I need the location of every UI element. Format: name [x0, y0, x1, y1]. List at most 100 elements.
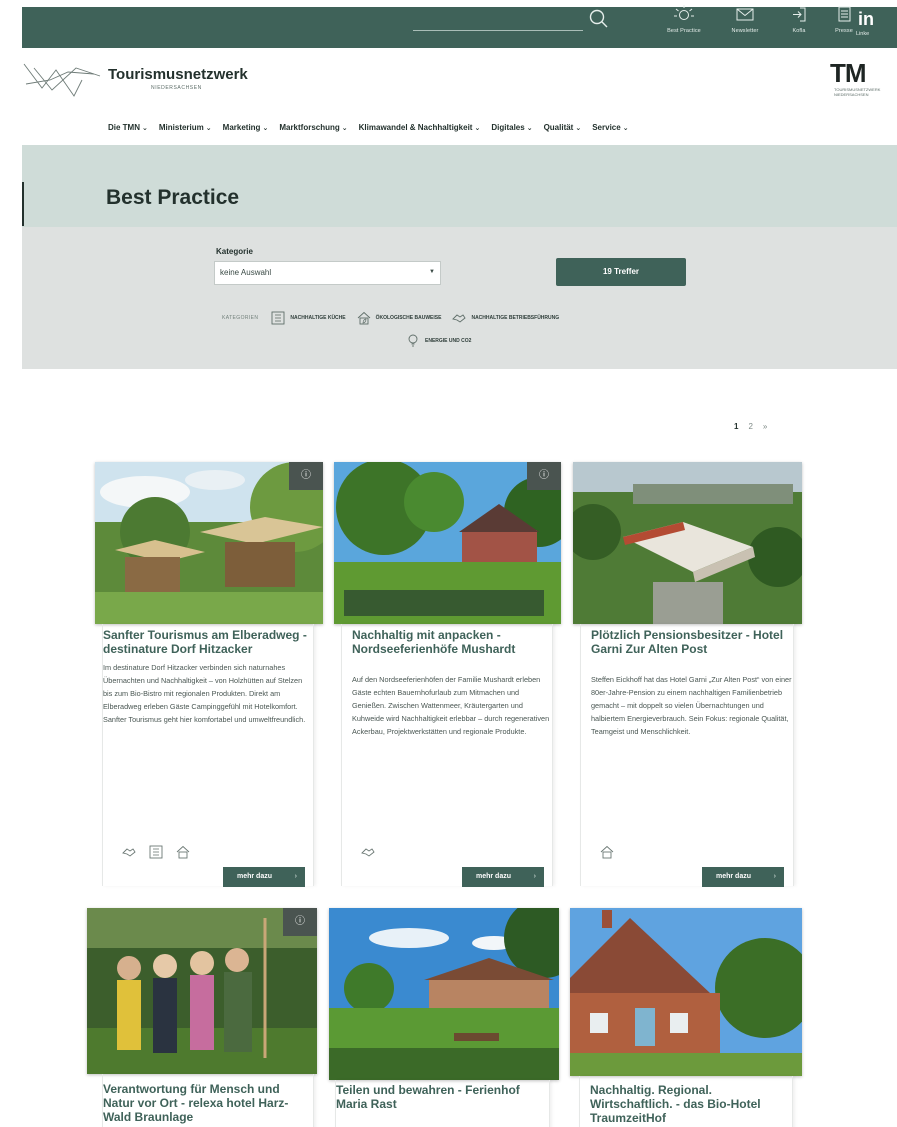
next-page-link[interactable]: »	[763, 422, 767, 431]
search-icon[interactable]	[588, 8, 610, 30]
card-mushardt: Nachhaltig mit anpacken - Nordseeferienh…	[341, 624, 553, 887]
nav-label: Klimawandel & Nachhaltigkeit	[358, 123, 473, 132]
nav-item-digitales[interactable]: Digitales ⌄	[491, 123, 532, 132]
card-title[interactable]: Nachhaltig mit anpacken - Nordseeferienh…	[352, 628, 552, 656]
page-1-link[interactable]: 1	[734, 422, 738, 431]
handshake-icon	[361, 848, 375, 857]
category-filter-label: Kategorie	[216, 247, 253, 256]
chevron-right-icon: ›	[533, 873, 536, 880]
card-image-relexa[interactable]: ⓘ	[87, 908, 317, 1074]
nav-label: Ministerium	[158, 123, 204, 132]
chevron-down-icon: ⌄	[262, 125, 269, 132]
card-title[interactable]: Plötzlich Pensionsbesitzer - Hotel Garni…	[591, 628, 793, 656]
category-select[interactable]: keine Auswahl ▼	[214, 261, 441, 285]
category-select-value: keine Auswahl	[220, 268, 272, 277]
page-2-link[interactable]: 2	[748, 422, 752, 431]
card-category-icons	[599, 844, 615, 860]
card-alte-post: Plötzlich Pensionsbesitzer - Hotel Garni…	[580, 624, 794, 887]
category-energie-co2[interactable]: ENERGIE UND CO2	[405, 333, 471, 349]
nav-label: Digitales	[491, 123, 525, 132]
nav-label: Marketing	[222, 123, 261, 132]
chevron-down-icon: ▼	[429, 269, 435, 275]
menu-card-icon	[271, 311, 285, 325]
nav-item-service[interactable]: Service ⌄	[592, 123, 628, 132]
hotel-aerial-photo	[573, 462, 802, 624]
topbar-item-label: Newsletter	[731, 28, 759, 34]
brand-name[interactable]: Tourismusnetzwerk	[108, 66, 248, 83]
search-input-line[interactable]	[413, 30, 583, 31]
card-relexa: Verantwortung für Mensch und Natur vor O…	[102, 1074, 314, 1127]
chevron-down-icon: ⌄	[474, 125, 481, 132]
card-title[interactable]: Nachhaltig. Regional. Wirtschaftlich. - …	[590, 1083, 792, 1125]
category-legend-row-2: ENERGIE UND CO2	[405, 333, 481, 349]
card-maria-rast: Teilen und bewahren - Ferienhof Maria Ra…	[335, 1080, 550, 1127]
results-button[interactable]: 19 Treffer	[556, 258, 686, 286]
chevron-right-icon: ›	[773, 873, 776, 880]
more-button[interactable]: mehr dazu ›	[702, 867, 784, 887]
pagination: 1 2 »	[734, 422, 767, 431]
envelope-icon	[736, 8, 754, 21]
handshake-icon	[452, 314, 467, 323]
chevron-down-icon: ⌄	[341, 125, 348, 132]
topbar-newsletter[interactable]: Newsletter	[719, 3, 771, 39]
card-category-icons	[360, 844, 376, 860]
card-title[interactable]: Sanfter Tourismus am Elberadweg - destin…	[103, 628, 313, 656]
more-button-label: mehr dazu	[476, 873, 512, 880]
linkedin-label[interactable]: Linke	[856, 31, 869, 37]
logo-mark-icon[interactable]	[22, 60, 102, 98]
card-hitzacker: Sanfter Tourismus am Elberadweg - destin…	[102, 624, 314, 887]
handshake-icon	[122, 848, 136, 857]
page-title: Best Practice	[106, 186, 240, 209]
farm-garden-photo	[329, 908, 559, 1080]
nav-item-ministerium[interactable]: Ministerium ⌄	[159, 123, 212, 132]
nav-item-marktforschung[interactable]: Marktforschung ⌄	[279, 123, 347, 132]
chevron-down-icon: ⌄	[622, 125, 629, 132]
nav-label: Die TMN	[108, 123, 140, 132]
chevron-down-icon: ⌄	[142, 125, 148, 132]
nav-label: Marktforschung	[279, 123, 340, 132]
topbar-best-practice[interactable]: Best Practice	[658, 3, 710, 39]
login-icon	[793, 7, 806, 22]
more-button[interactable]: mehr dazu ›	[462, 867, 544, 887]
category-label: NACHHALTIGE BETRIEBSFÜHRUNG	[471, 315, 560, 321]
linkedin-icon[interactable]: in	[858, 9, 874, 30]
card-traumzeithof: Nachhaltig. Regional. Wirtschaftlich. - …	[579, 1076, 793, 1127]
main-nav: Die TMN ⌄ Ministerium ⌄ Marketing ⌄ Marktfo…	[108, 123, 629, 132]
card-title[interactable]: Teilen und bewahren - Ferienhof Maria Ra…	[336, 1083, 549, 1111]
nav-item-qualitaet[interactable]: Qualität ⌄	[544, 123, 582, 132]
nav-item-klimawandel[interactable]: Klimawandel & Nachhaltigkeit ⌄	[359, 123, 481, 132]
card-category-icons	[121, 844, 191, 860]
info-icon[interactable]: ⓘ	[289, 462, 323, 490]
chevron-down-icon: ⌄	[575, 125, 582, 132]
chevron-right-icon: ›	[294, 873, 297, 880]
eco-house-icon	[600, 845, 614, 859]
info-icon[interactable]: ⓘ	[527, 462, 561, 490]
category-oekologische-bauweise[interactable]: ÖKOLOGISCHE BAUWEISE	[356, 310, 442, 326]
category-label: ENERGIE UND CO2	[425, 338, 472, 344]
more-button[interactable]: mehr dazu ›	[223, 867, 305, 887]
brick-house-photo	[570, 908, 802, 1076]
card-image-hitzacker[interactable]: ⓘ	[95, 462, 323, 624]
card-image-alte-post[interactable]	[573, 462, 802, 624]
chevron-down-icon: ⌄	[526, 125, 533, 132]
card-image-traumzeithof[interactable]	[570, 908, 802, 1076]
nav-item-marketing[interactable]: Marketing ⌄	[223, 123, 269, 132]
card-title[interactable]: Verantwortung für Mensch und Natur vor O…	[103, 1082, 313, 1124]
tmn-logo[interactable]: TM	[830, 58, 867, 89]
category-nachhaltige-betriebsfuehrung[interactable]: NACHHALTIGE BETRIEBSFÜHRUNG	[451, 310, 559, 326]
nav-item-die-tmn[interactable]: Die TMN ⌄	[108, 123, 148, 132]
category-label: NACHHALTIGE KÜCHE	[290, 315, 346, 321]
nav-label: Qualität	[543, 123, 574, 132]
brand-subtitle: NIEDERSACHSEN	[151, 85, 202, 91]
more-button-label: mehr dazu	[716, 873, 752, 880]
more-button-label: mehr dazu	[237, 873, 273, 880]
info-icon[interactable]: ⓘ	[283, 908, 317, 936]
hero-edge-marker	[22, 182, 24, 226]
topbar-item-label: Best Practice	[667, 28, 701, 34]
card-image-mushardt[interactable]: ⓘ	[334, 462, 561, 624]
document-icon	[838, 6, 851, 22]
category-label: ÖKOLOGISCHE BAUWEISE	[375, 315, 442, 321]
card-image-maria-rast[interactable]	[329, 908, 559, 1080]
nav-label: Service	[592, 123, 621, 132]
category-nachhaltige-kueche[interactable]: NACHHALTIGE KÜCHE	[270, 310, 346, 326]
